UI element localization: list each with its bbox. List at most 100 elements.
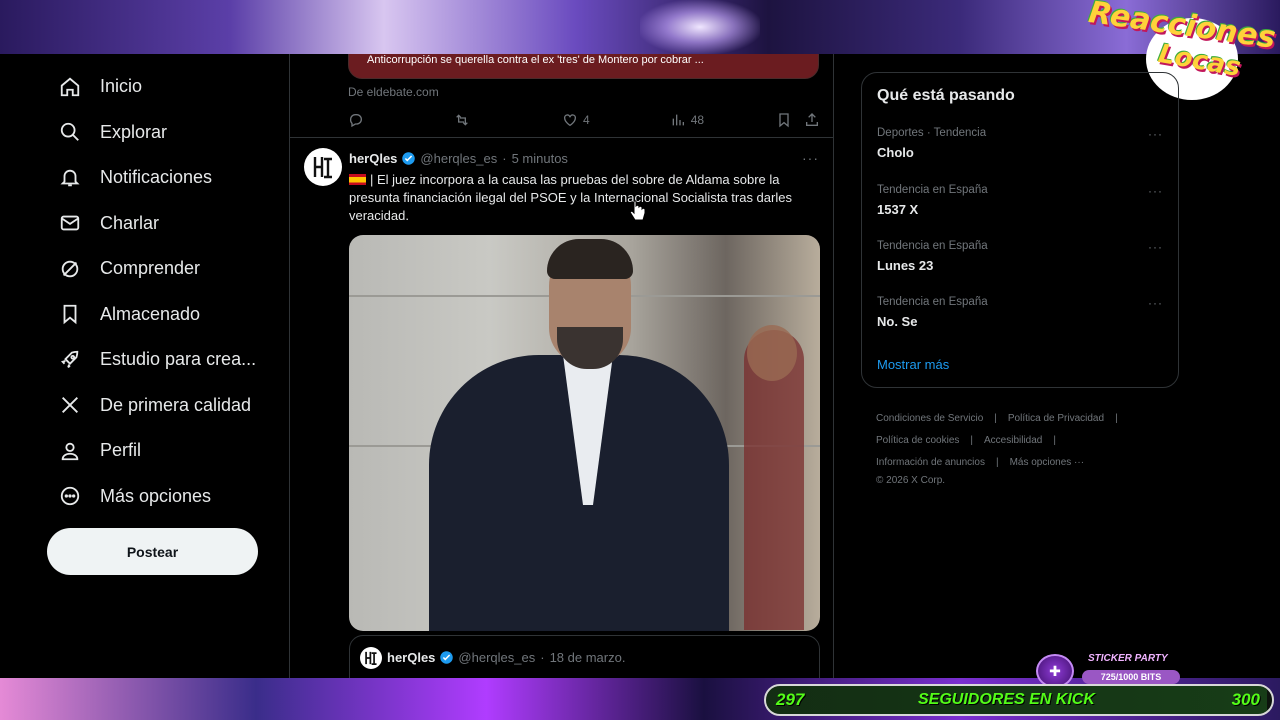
sidebar-item-notificaciones[interactable]: Notificaciones (46, 155, 266, 201)
trend-more-button[interactable]: ··· (1148, 296, 1163, 310)
bell-icon (58, 166, 82, 190)
follower-goal-target: 300 (1231, 690, 1260, 709)
footer-separator: | (995, 457, 999, 468)
follower-goal-label: SEGUIDORES EN KICK (918, 691, 1095, 708)
tweet-actions: 4 48 (348, 110, 820, 130)
link-source[interactable]: De eldebate.com (348, 85, 439, 99)
herqles-logo-icon (313, 157, 332, 179)
sidebar-item-charlar[interactable]: Charlar (46, 201, 266, 247)
more-options-link[interactable]: Más opciones ··· (1010, 452, 1084, 474)
share-icon (806, 113, 818, 126)
quoted-avatar (360, 647, 382, 669)
quoted-author-name: herQles (387, 650, 436, 665)
trend-meta: Tendencia en España (877, 184, 988, 196)
post-button[interactable]: Postear (47, 528, 258, 575)
tweet-more-button[interactable]: ··· (802, 150, 819, 166)
tweet-header: herQles @herqles_es · 5 minutos (349, 151, 568, 166)
footer-row: © 2026 X Corp. (876, 474, 1176, 488)
heart-plus-icon: ✚ (1036, 654, 1074, 688)
footer-separator: | (970, 435, 973, 446)
privacy-link[interactable]: Política de Privacidad (1008, 408, 1104, 430)
trend-more-button[interactable]: ··· (1148, 127, 1163, 141)
views-button[interactable]: 48 (670, 112, 704, 128)
sidebar-item-label: Perfil (100, 440, 142, 461)
show-more-link[interactable]: Mostrar más (877, 357, 949, 372)
trend-item[interactable]: Deportes · Tendencia Cholo ··· (862, 127, 1178, 179)
sidebar-item-perfil[interactable]: Perfil (46, 428, 266, 474)
share-button[interactable] (804, 112, 820, 128)
accessibility-link[interactable]: Accesibilidad (984, 430, 1042, 452)
trend-meta: Tendencia en España (877, 296, 988, 308)
sidebar-item-almacenado[interactable]: Almacenado (46, 292, 266, 338)
sticker-bits-progress: 725/1000 BITS (1082, 670, 1180, 684)
bookmark-button[interactable] (776, 112, 792, 128)
author-name[interactable]: herQles (349, 151, 397, 166)
trends-title: Qué está pasando (877, 87, 1015, 104)
trend-more-button[interactable]: ··· (1148, 240, 1163, 254)
quoted-tweet[interactable]: herQles @herqles_es · 18 de marzo. (349, 635, 820, 678)
follower-goal-bar: 297 SEGUIDORES EN KICK 300 (764, 684, 1274, 716)
sidebar-item-premium[interactable]: De primera calidad (46, 383, 266, 429)
footer-separator: | (1115, 413, 1118, 424)
reply-button[interactable] (348, 112, 364, 128)
trend-name: No. Se (877, 314, 918, 329)
search-icon (58, 120, 82, 144)
sticker-title: STICKER PARTY (1088, 653, 1168, 664)
tweet-time[interactable]: 5 minutos (512, 151, 568, 166)
link-card[interactable]: Anticorrupción se querella contra el ex … (348, 54, 819, 79)
trend-item[interactable]: Tendencia en España Lunes 23 ··· (862, 240, 1178, 292)
reply-icon (349, 114, 362, 128)
grok-icon (58, 257, 82, 281)
footer-row: Información de anuncios | Más opciones ·… (876, 452, 1176, 474)
link-card-title: Anticorrupción se querella contra el ex … (367, 54, 704, 66)
retweet-icon (456, 114, 468, 126)
trend-meta: Deportes · Tendencia (877, 127, 987, 139)
sidebar-item-comprender[interactable]: Comprender (46, 246, 266, 292)
cookies-link[interactable]: Política de cookies (876, 430, 959, 452)
ads-info-link[interactable]: Información de anuncios (876, 452, 985, 474)
trend-more-button[interactable]: ··· (1148, 184, 1163, 198)
trend-meta: Tendencia en España (877, 240, 988, 252)
copyright: © 2026 X Corp. (876, 475, 946, 486)
sidebar-item-label: Comprender (100, 258, 201, 279)
sidebar-item-label: De primera calidad (100, 394, 252, 415)
trend-name: Cholo (877, 145, 914, 160)
footer-links: Condiciones de Servicio | Política de Pr… (876, 408, 1176, 488)
trend-item[interactable]: Tendencia en España 1537 X ··· (862, 184, 1178, 236)
sidebar-item-label: Más opciones (100, 485, 212, 506)
tweet-image[interactable] (349, 235, 820, 631)
quoted-header: herQles @herqles_es · 18 de marzo. (387, 650, 625, 665)
sticker-party-widget: ✚ STICKER PARTY 725/1000 BITS (1036, 653, 1182, 688)
sidebar-item-mas-opciones[interactable]: Más opciones (46, 474, 266, 520)
follower-goal-current: 297 (776, 690, 805, 709)
footer-row: Política de cookies | Accesibilidad | (876, 430, 1176, 452)
mail-icon (58, 211, 82, 235)
rocket-icon (58, 348, 82, 372)
author-handle[interactable]: @herqles_es (420, 151, 497, 166)
tweet-divider (290, 137, 833, 138)
quoted-author-handle: @herqles_es (458, 650, 536, 665)
sidebar-nav: Inicio Explorar Notificaciones Charlar C… (46, 64, 266, 519)
tweet-text: | El juez incorpora a la causa las prueb… (349, 172, 792, 223)
sidebar-item-estudio[interactable]: Estudio para crea... (46, 337, 266, 383)
background-person-head (747, 325, 797, 381)
spain-flag-icon (349, 174, 366, 185)
sidebar-item-label: Inicio (100, 76, 143, 97)
retweet-button[interactable] (454, 112, 470, 128)
herqles-logo-icon (365, 651, 377, 666)
sidebar-item-explorar[interactable]: Explorar (46, 110, 266, 156)
terms-link[interactable]: Condiciones de Servicio (876, 408, 983, 430)
trend-item[interactable]: Tendencia en España No. Se ··· (862, 296, 1178, 348)
footer-row: Condiciones de Servicio | Política de Pr… (876, 408, 1176, 430)
view-count: 48 (690, 113, 705, 127)
avatar[interactable] (304, 148, 342, 186)
trends-panel: Qué está pasando Deportes · Tendencia Ch… (861, 72, 1179, 388)
person-icon (58, 439, 82, 463)
bookmark-icon (58, 302, 82, 326)
home-icon (58, 75, 82, 99)
trend-name: 1537 X (877, 202, 919, 217)
like-button[interactable]: 4 (562, 112, 590, 128)
sidebar-item-label: Explorar (100, 121, 168, 142)
verified-badge-icon (440, 651, 454, 664)
sidebar-item-inicio[interactable]: Inicio (46, 64, 266, 110)
